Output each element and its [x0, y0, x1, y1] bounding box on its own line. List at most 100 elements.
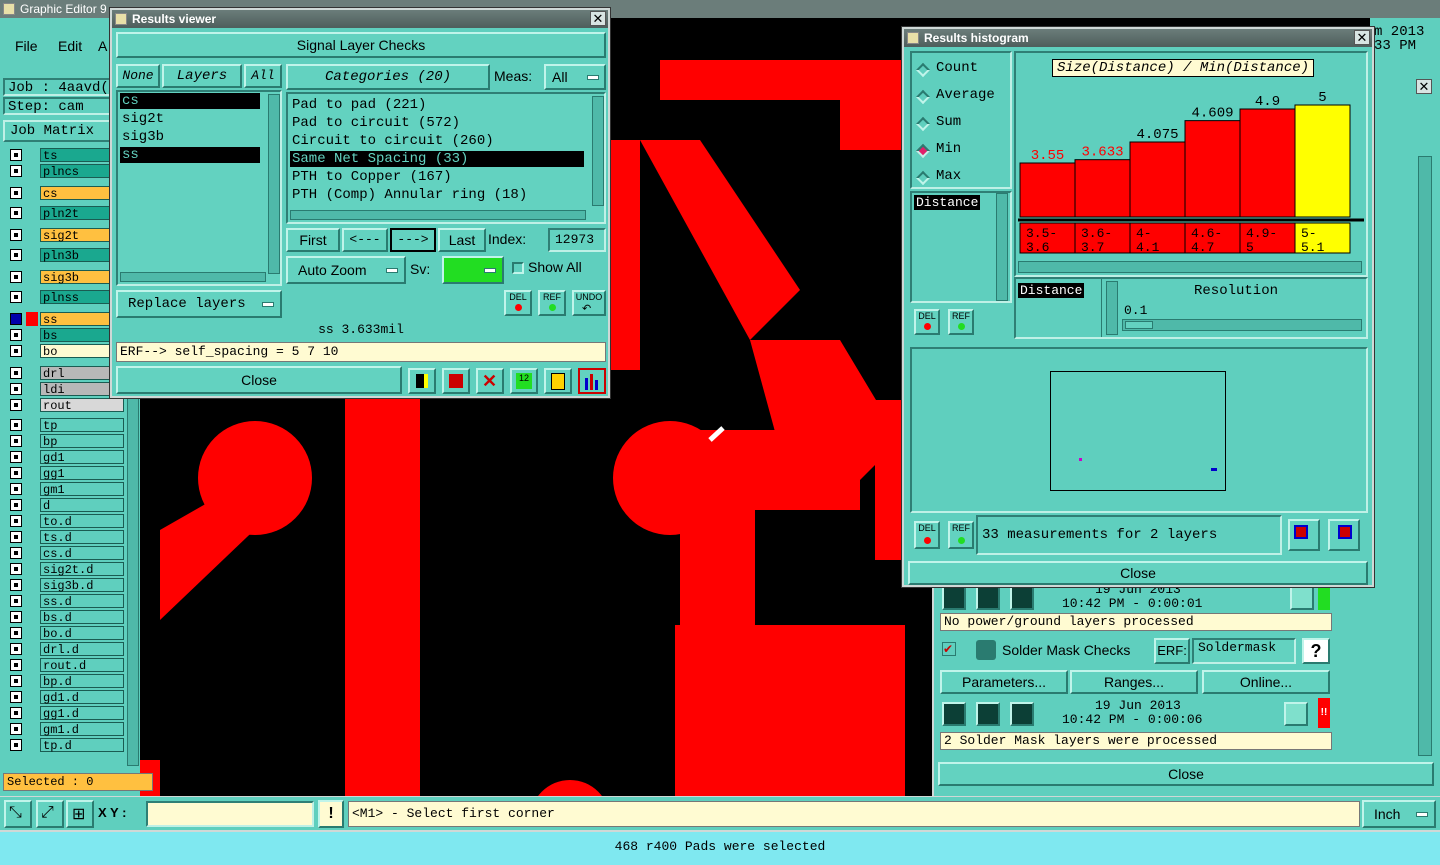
category-item[interactable]: Same Net Spacing (33): [290, 151, 584, 167]
layer-row[interactable]: plncs: [6, 164, 124, 179]
layer-row[interactable]: pln2t: [6, 206, 124, 221]
layer-checkbox[interactable]: [10, 207, 22, 219]
category-item[interactable]: PTH to Copper (167): [290, 169, 584, 185]
run-icon-a[interactable]: [942, 586, 966, 610]
option-radio[interactable]: [915, 143, 931, 159]
category-list[interactable]: Pad to pad (221) Pad to circuit (572) Circ…: [286, 92, 606, 224]
histogram-toggle-icon[interactable]: [578, 368, 606, 394]
export-icon-2[interactable]: [1328, 519, 1360, 551]
export-icon-1[interactable]: [1288, 519, 1320, 551]
layer-row[interactable]: rout.d: [6, 658, 124, 673]
results-viewer-close-x[interactable]: ✕: [590, 11, 606, 26]
layer-checkbox[interactable]: [10, 165, 22, 177]
layer-checkbox[interactable]: [10, 579, 22, 591]
layer-checkbox[interactable]: [10, 383, 22, 395]
option-radio[interactable]: [915, 170, 931, 186]
hist-del-button-2[interactable]: DEL: [914, 521, 940, 549]
toolbar-icon-5[interactable]: [544, 368, 572, 394]
layer-checkbox[interactable]: [10, 149, 22, 161]
layer-checkbox[interactable]: [10, 627, 22, 639]
layer-checkbox[interactable]: [10, 271, 22, 283]
hist-del-button[interactable]: DEL: [914, 309, 940, 335]
layer-checkbox[interactable]: [10, 659, 22, 671]
layer-checkbox[interactable]: [10, 419, 22, 431]
category-item[interactable]: PTH (Comp) Annular ring (18): [290, 187, 584, 203]
resolution-distance-item[interactable]: Distance: [1018, 283, 1085, 298]
layer-row[interactable]: gm1.d: [6, 722, 124, 737]
layer-row[interactable]: ss.d: [6, 594, 124, 609]
option-radio[interactable]: [915, 116, 931, 132]
show-all-checkbox[interactable]: [512, 262, 524, 274]
layer-row[interactable]: gg1.d: [6, 706, 124, 721]
option-radio[interactable]: [915, 62, 931, 78]
layer-row[interactable]: gd1: [6, 450, 124, 465]
distance-item[interactable]: Distance: [914, 195, 981, 210]
hist-ref-button[interactable]: REF: [948, 309, 974, 335]
layer-list-vscroll[interactable]: [268, 94, 280, 274]
ref-button[interactable]: REF: [538, 290, 566, 316]
last-button[interactable]: Last: [438, 228, 486, 252]
tool-icon-3[interactable]: ⊞: [66, 800, 94, 828]
layer-checkbox[interactable]: [10, 329, 22, 341]
histogram-bar[interactable]: [1239, 108, 1296, 218]
sv-color-dropdown[interactable]: [442, 256, 504, 284]
layer-row[interactable]: rout: [6, 398, 124, 413]
menu-file[interactable]: File: [15, 38, 38, 54]
layer-checkbox[interactable]: [10, 483, 22, 495]
layer-row[interactable]: cs: [6, 186, 124, 201]
layer-checkbox[interactable]: [10, 531, 22, 543]
category-vscroll[interactable]: [592, 96, 604, 206]
layer-row[interactable]: drl: [6, 366, 124, 381]
layer-row[interactable]: pln3b: [6, 248, 124, 263]
tool-icon-1[interactable]: ⤡: [4, 800, 32, 828]
zoom-icon-2[interactable]: [1284, 702, 1308, 726]
layer-row[interactable]: sig2t.d: [6, 562, 124, 577]
auto-zoom-dropdown[interactable]: Auto Zoom: [286, 256, 406, 284]
run2-icon-b[interactable]: [976, 702, 1000, 726]
layer-row[interactable]: d: [6, 498, 124, 513]
layer-checkbox[interactable]: [10, 707, 22, 719]
layer-checkbox[interactable]: [10, 723, 22, 735]
right-close-button[interactable]: Close: [938, 762, 1434, 786]
all-button[interactable]: All: [244, 64, 282, 88]
hist-ref-button-2[interactable]: REF: [948, 521, 974, 549]
layer-row[interactable]: sig3b: [6, 270, 124, 285]
meas-dropdown[interactable]: All: [544, 64, 606, 90]
layer-row[interactable]: cs.d: [6, 546, 124, 561]
parameters-button[interactable]: Parameters...: [940, 670, 1068, 694]
menu-a[interactable]: A: [98, 38, 107, 54]
histogram-bar[interactable]: [1019, 162, 1076, 218]
solder-checkbox[interactable]: ✔: [942, 642, 956, 656]
soldermask-field[interactable]: Soldermask: [1192, 638, 1296, 664]
histogram-bar[interactable]: [1184, 120, 1241, 218]
layer-checkbox[interactable]: [10, 611, 22, 623]
histogram-bar[interactable]: [1294, 104, 1351, 218]
histogram-chart[interactable]: 3.55 3.5-3.6 3.633 3.6-3.7 4.075 4-4.1 4.609 4.…: [1016, 53, 1366, 275]
layer-checkbox[interactable]: [10, 229, 22, 241]
layer-list-hscroll[interactable]: [120, 272, 266, 282]
del-button[interactable]: DEL: [504, 290, 532, 316]
layer-row[interactable]: ts: [6, 148, 124, 163]
layer-checkbox[interactable]: [10, 249, 22, 261]
ranges-button[interactable]: Ranges...: [1070, 670, 1198, 694]
layer-row[interactable]: sig2t: [6, 228, 124, 243]
histogram-hscroll[interactable]: [1018, 261, 1362, 273]
layer-checkbox[interactable]: [10, 739, 22, 751]
layer-row[interactable]: ldi: [6, 382, 124, 397]
layer-row[interactable]: gm1: [6, 482, 124, 497]
layer-row[interactable]: sig3b.d: [6, 578, 124, 593]
category-item[interactable]: Circuit to circuit (260): [290, 133, 584, 149]
category-item[interactable]: Pad to pad (221): [290, 97, 584, 113]
job-matrix-button[interactable]: Job Matrix: [3, 120, 113, 142]
layer-row[interactable]: ts.d: [6, 530, 124, 545]
layer-checkbox[interactable]: [10, 595, 22, 607]
layer-checkbox[interactable]: [10, 451, 22, 463]
rv-layer-item[interactable]: sig2t: [120, 111, 260, 127]
layer-checkbox[interactable]: [10, 643, 22, 655]
replace-layers-dropdown[interactable]: Replace layers: [116, 290, 282, 318]
histogram-close-button[interactable]: Close: [908, 561, 1368, 585]
run2-icon-c[interactable]: [1010, 702, 1034, 726]
resolution-slider[interactable]: [1122, 319, 1362, 331]
layer-checkbox[interactable]: [10, 499, 22, 511]
run-icon-c[interactable]: [1010, 586, 1034, 610]
